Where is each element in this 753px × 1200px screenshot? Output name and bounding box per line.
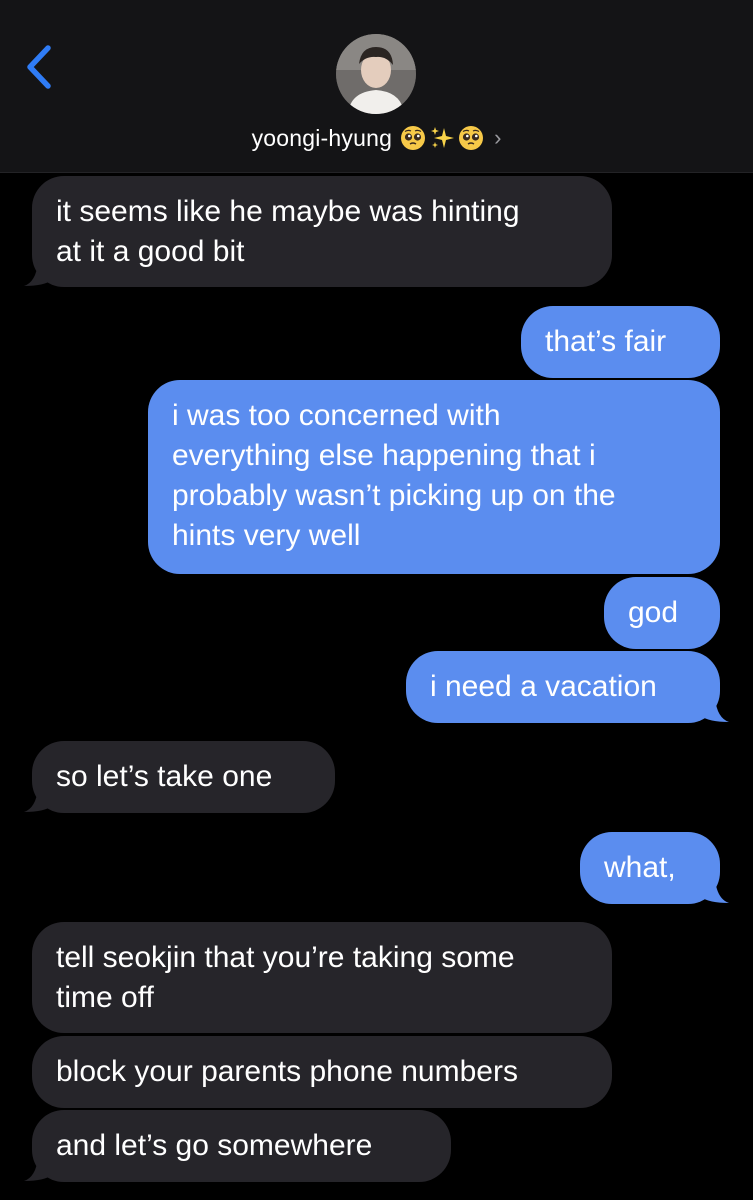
message-bubble-incoming[interactable]: block your parents phone numbers: [32, 1036, 612, 1108]
bubble-tail: [22, 262, 52, 288]
bubble-tail: [701, 879, 731, 905]
conversation-header: yoongi-hyung ›: [0, 0, 753, 173]
message-bubble-outgoing[interactable]: god: [604, 577, 720, 649]
pleading-face-icon: [459, 126, 484, 150]
bubble-tail: [701, 698, 731, 724]
message-bubble-outgoing[interactable]: what,: [580, 832, 720, 904]
bubble-tail: [22, 788, 52, 814]
back-button[interactable]: [18, 40, 64, 94]
message-bubble-incoming[interactable]: so let’s take one: [32, 741, 335, 813]
message-bubble-outgoing[interactable]: i need a vacation: [406, 651, 720, 723]
contact-name-row[interactable]: yoongi-hyung ›: [0, 118, 753, 158]
message-thread[interactable]: it seems like he maybe was hinting at it…: [0, 0, 753, 1200]
contact-emoji-row: [400, 125, 484, 151]
sparkles-icon: [431, 127, 455, 148]
message-bubble-outgoing[interactable]: i was too concerned with everything else…: [148, 380, 720, 574]
contact-photo-icon: [336, 34, 416, 114]
chevron-right-icon: ›: [494, 125, 502, 150]
message-bubble-outgoing[interactable]: that’s fair: [521, 306, 720, 378]
bubble-tail: [22, 1157, 52, 1183]
message-bubble-incoming[interactable]: it seems like he maybe was hinting at it…: [32, 176, 612, 287]
pleading-face-icon: [401, 126, 426, 150]
avatar[interactable]: [336, 34, 416, 114]
message-bubble-incoming[interactable]: and let’s go somewhere: [32, 1110, 451, 1182]
message-bubble-incoming[interactable]: tell seokjin that you’re taking some tim…: [32, 922, 612, 1033]
chevron-left-icon: [27, 45, 51, 89]
contact-name: yoongi-hyung: [251, 124, 393, 151]
